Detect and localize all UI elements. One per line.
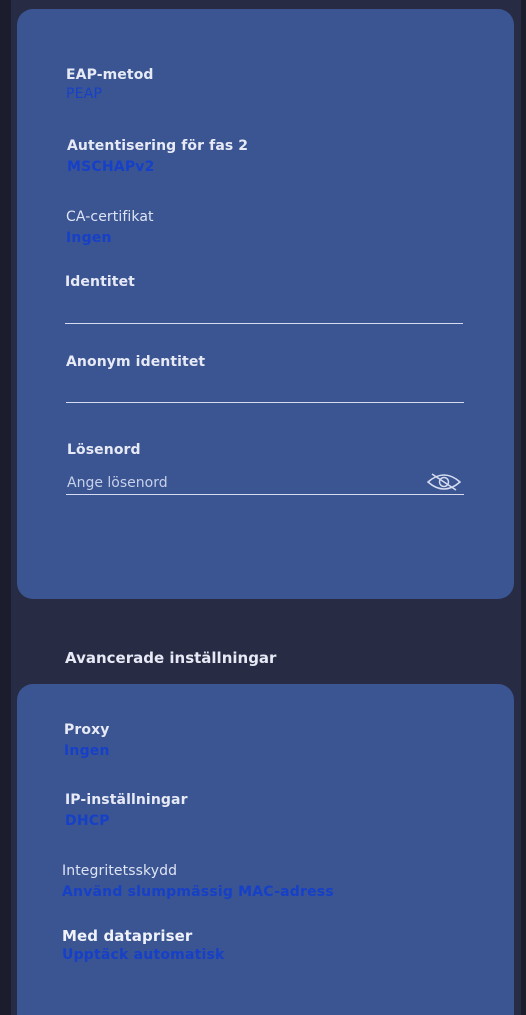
metered-label: Med datapriser bbox=[62, 927, 193, 945]
privacy-setting[interactable]: Integritetsskydd Använd slumpmässig MAC-… bbox=[62, 863, 334, 900]
proxy-value: Ingen bbox=[64, 743, 110, 759]
phase2-auth-setting[interactable]: Autentisering för fas 2 MSCHAPv2 bbox=[67, 138, 248, 175]
eap-method-setting[interactable]: EAP-metod PEAP bbox=[66, 67, 154, 102]
eap-method-value: PEAP bbox=[66, 86, 103, 102]
proxy-label: Proxy bbox=[64, 722, 110, 738]
ca-cert-label: CA-certifikat bbox=[66, 209, 154, 225]
proxy-setting[interactable]: Proxy Ingen bbox=[64, 722, 110, 759]
ip-settings-value: DHCP bbox=[65, 813, 110, 829]
anon-identity-label: Anonym identitet bbox=[66, 354, 206, 370]
password-label: Lösenord bbox=[67, 442, 141, 458]
privacy-value: Använd slumpmässig MAC-adress bbox=[62, 884, 334, 900]
advanced-settings-heading: Avancerade inställningar bbox=[65, 649, 277, 667]
metered-value: Upptäck automatisk bbox=[62, 947, 225, 963]
anon-identity-label-wrap: Anonym identitet bbox=[66, 354, 205, 370]
eye-off-icon[interactable] bbox=[426, 472, 462, 492]
eap-method-label: EAP-metod bbox=[66, 67, 154, 83]
phase2-auth-value: MSCHAPv2 bbox=[67, 159, 155, 175]
anon-identity-input[interactable] bbox=[66, 402, 464, 403]
ip-settings-setting[interactable]: IP-inställningar DHCP bbox=[65, 792, 188, 829]
password-label-wrap: Lösenord bbox=[67, 442, 141, 458]
ip-settings-label: IP-inställningar bbox=[65, 792, 188, 808]
identity-label: Identitet bbox=[65, 274, 135, 290]
phase2-auth-label: Autentisering för fas 2 bbox=[67, 138, 249, 154]
identity-input[interactable] bbox=[65, 323, 463, 324]
metered-setting[interactable]: Med datapriser Upptäck automatisk bbox=[62, 927, 225, 963]
password-underline bbox=[66, 494, 464, 495]
identity-label-wrap: Identitet bbox=[65, 274, 135, 290]
ca-cert-value: Ingen bbox=[66, 230, 112, 246]
privacy-label: Integritetsskydd bbox=[62, 863, 178, 879]
ca-cert-setting[interactable]: CA-certifikat Ingen bbox=[66, 209, 154, 246]
password-input[interactable]: Ange lösenord bbox=[67, 475, 168, 491]
